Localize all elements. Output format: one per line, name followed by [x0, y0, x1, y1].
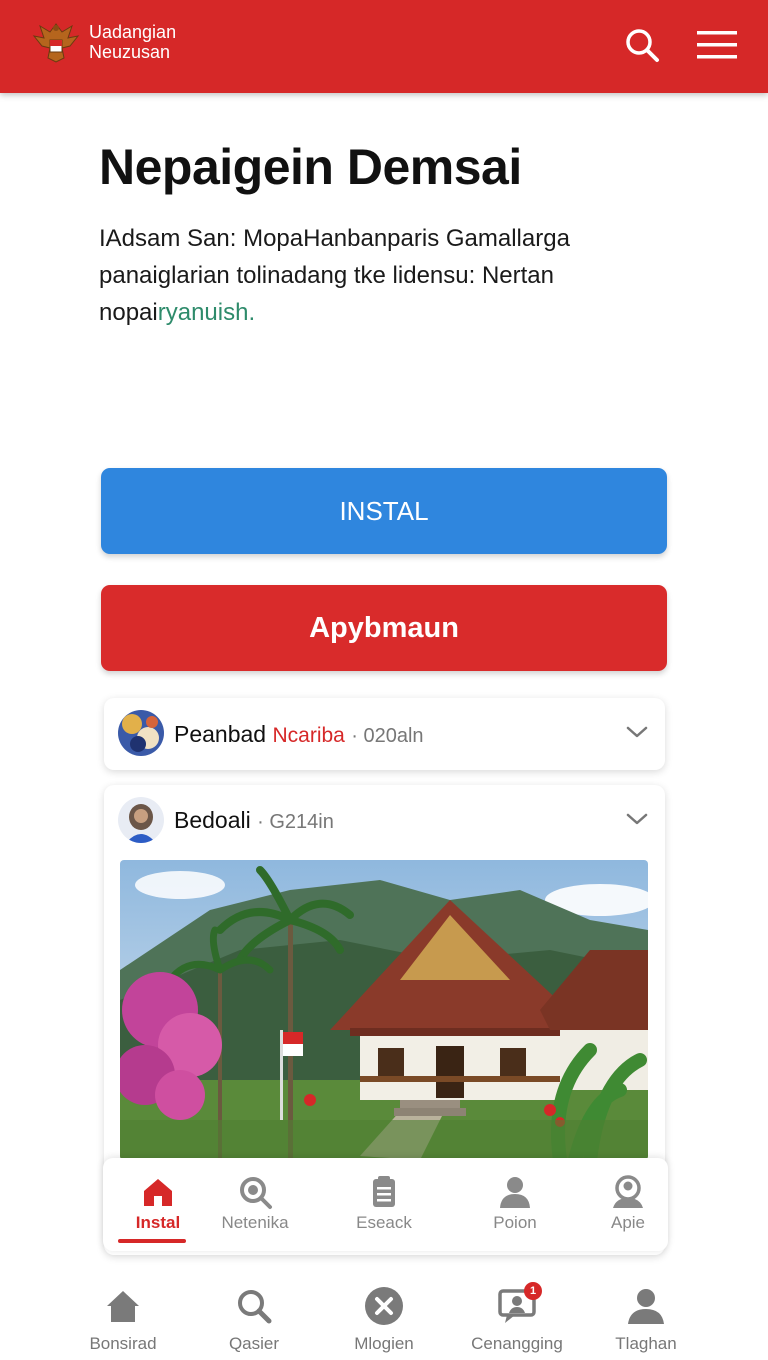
app-header: Uadangian Neuzusan: [0, 0, 768, 93]
brand-name: Uadangian Neuzusan: [89, 22, 176, 62]
post-image[interactable]: [120, 860, 648, 1160]
post-time: · 020aln: [351, 725, 424, 747]
tab-label: Poion: [493, 1213, 537, 1232]
tab-label: Netenika: [221, 1213, 289, 1232]
search-icon: [626, 29, 659, 62]
nav-item-bonsirad[interactable]: Bonsirad: [58, 1286, 188, 1360]
home-icon: [144, 1179, 172, 1206]
nav-label: Mlogien: [354, 1334, 414, 1353]
page-title: Nepaigein Demsai: [99, 139, 522, 195]
install-button[interactable]: INSTAL: [101, 468, 667, 554]
tab-apie[interactable]: Apie: [573, 1158, 683, 1251]
nav-item-cenangging[interactable]: 1 Cenangging: [452, 1282, 582, 1360]
user-icon: [628, 1289, 664, 1324]
avatar[interactable]: [118, 797, 164, 843]
user-icon: [500, 1177, 530, 1208]
nav-label: Cenangging: [471, 1334, 563, 1353]
notification-badge: 1: [524, 1282, 542, 1300]
post-author[interactable]: Peanbad: [174, 721, 266, 747]
post-header-line: Bedoali · G214in: [174, 807, 334, 834]
brand-line-2: Neuzusan: [89, 42, 171, 62]
nav-item-tlaghan[interactable]: Tlaghan: [581, 1286, 711, 1360]
tab-poion[interactable]: Poion: [460, 1158, 570, 1251]
nav-label: Bonsirad: [89, 1334, 157, 1353]
tab-netenika[interactable]: Netenika: [200, 1158, 310, 1251]
post-subtitle: Ncariba: [272, 724, 345, 747]
header-search-button[interactable]: [622, 25, 662, 65]
chevron-down-icon[interactable]: [625, 720, 649, 744]
user-search-icon: [613, 1175, 643, 1208]
post-header-line: Peanbad Ncariba · 020aln: [174, 721, 424, 748]
garuda-logo-icon[interactable]: [30, 18, 82, 66]
description-accent-link[interactable]: ryanuish.: [158, 299, 255, 326]
tab-bar: Instal Netenika Eseack Poion Apie: [103, 1158, 668, 1251]
search-icon: [240, 1177, 272, 1209]
tab-instal[interactable]: Instal: [103, 1158, 213, 1251]
active-tab-indicator: [118, 1239, 186, 1243]
hamburger-menu-icon: [697, 31, 737, 59]
post-card[interactable]: Peanbad Ncariba · 020aln: [104, 698, 665, 770]
clipboard-icon: [373, 1176, 395, 1207]
close-circle-icon: [365, 1287, 403, 1325]
nav-item-qasier[interactable]: Qasier: [189, 1286, 319, 1360]
nav-item-mlogien[interactable]: Mlogien: [319, 1286, 449, 1360]
header-menu-button[interactable]: [696, 25, 738, 65]
post-author[interactable]: Bedoali: [174, 807, 251, 833]
bottom-navigation: Bonsirad Qasier Mlogien 1 Cenangging Tla…: [0, 1270, 768, 1353]
page-description: IAdsam San: MopaHanbanparis Gamallarga p…: [99, 220, 639, 331]
post-time: · G214in: [257, 811, 334, 833]
tab-eseack[interactable]: Eseack: [329, 1158, 439, 1251]
brand-line-1: Uadangian: [89, 22, 177, 42]
nav-label: Qasier: [228, 1334, 280, 1353]
secondary-action-button[interactable]: Apybmaun: [101, 585, 667, 671]
home-icon: [107, 1291, 139, 1322]
avatar[interactable]: [118, 710, 164, 756]
nav-label: Tlaghan: [615, 1334, 677, 1353]
tab-label: Eseack: [356, 1213, 412, 1232]
tab-label: Apie: [610, 1213, 646, 1232]
tab-label: Instal: [135, 1213, 181, 1232]
search-icon: [238, 1290, 272, 1324]
chevron-down-icon[interactable]: [625, 807, 649, 831]
